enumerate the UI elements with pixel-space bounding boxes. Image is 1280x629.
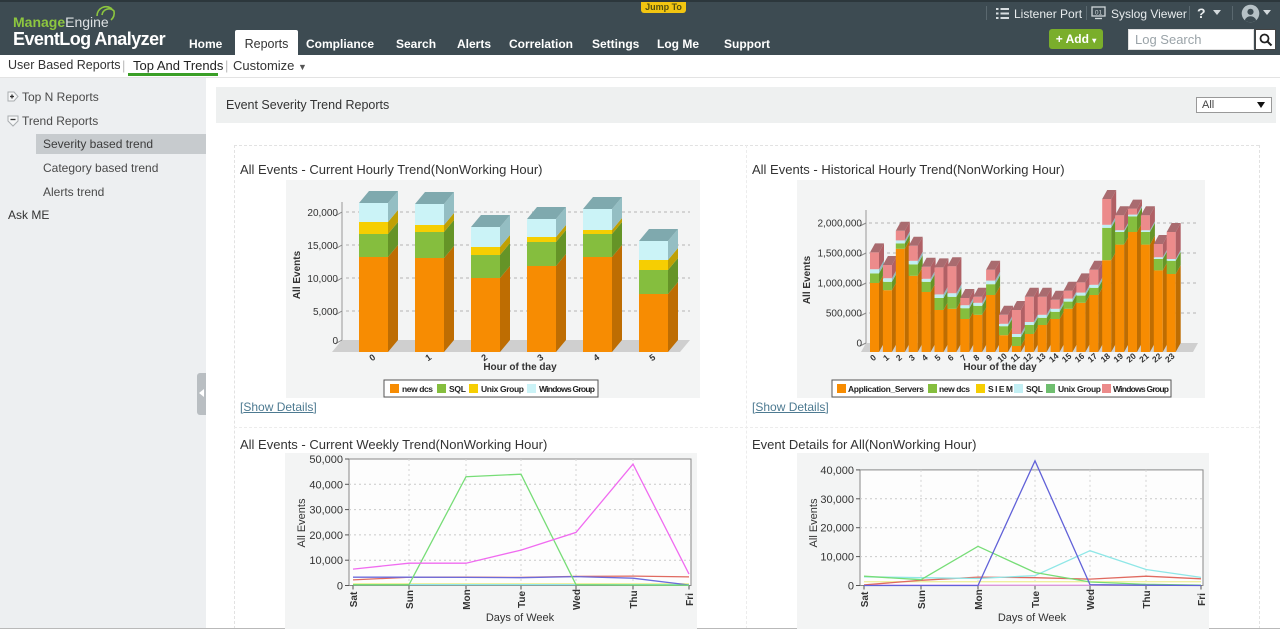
svg-text:Windows Group: Windows Group: [1113, 384, 1169, 394]
svg-text:Sat: Sat: [349, 591, 360, 607]
svg-text:20,000: 20,000: [820, 523, 854, 535]
svg-text:Thu: Thu: [629, 590, 640, 608]
svg-text:new dcs: new dcs: [402, 384, 433, 394]
svg-text:SQL: SQL: [449, 384, 466, 394]
svg-text:Tue: Tue: [517, 591, 528, 608]
svg-text:Hour of the day: Hour of the day: [483, 362, 557, 373]
svg-text:Hour of the day: Hour of the day: [963, 362, 1037, 373]
svg-text:Windows Group: Windows Group: [539, 384, 595, 394]
svg-text:Unix Group: Unix Group: [1058, 384, 1101, 394]
svg-text:All Events: All Events: [296, 498, 308, 547]
svg-text:Application_Servers: Application_Servers: [848, 384, 924, 394]
svg-text:All Events: All Events: [292, 250, 303, 299]
svg-text:1,000,000: 1,000,000: [818, 279, 863, 290]
svg-text:20,000: 20,000: [307, 208, 338, 219]
svg-text:Days of Week: Days of Week: [486, 612, 555, 624]
svg-text:10,000: 10,000: [820, 552, 854, 564]
svg-text:Sat: Sat: [860, 591, 871, 607]
svg-text:1,500,000: 1,500,000: [818, 249, 863, 260]
svg-text:0: 0: [856, 339, 862, 350]
svg-text:Tue: Tue: [1031, 591, 1042, 608]
svg-text:Days of Week: Days of Week: [998, 612, 1067, 624]
svg-text:new dcs: new dcs: [939, 384, 970, 394]
svg-text:10,000: 10,000: [309, 555, 343, 567]
svg-text:All Events: All Events: [802, 255, 813, 304]
svg-text:Fri: Fri: [685, 593, 696, 606]
svg-text:Sun: Sun: [917, 590, 928, 609]
svg-text:0: 0: [337, 581, 343, 593]
svg-text:Mon: Mon: [462, 589, 473, 610]
svg-text:2,000,000: 2,000,000: [818, 219, 863, 230]
svg-text:Wed: Wed: [1086, 589, 1097, 610]
svg-text:5,000: 5,000: [313, 307, 338, 318]
svg-text:40,000: 40,000: [309, 479, 343, 491]
svg-text:15,000: 15,000: [307, 241, 338, 252]
svg-text:Fri: Fri: [1197, 593, 1208, 606]
svg-text:0: 0: [332, 336, 338, 347]
svg-text:50,000: 50,000: [309, 454, 343, 466]
svg-text:30,000: 30,000: [820, 494, 854, 506]
svg-text:Unix Group: Unix Group: [481, 384, 524, 394]
svg-text:20,000: 20,000: [309, 530, 343, 542]
svg-text:Thu: Thu: [1142, 590, 1153, 608]
svg-text:10,000: 10,000: [307, 274, 338, 285]
svg-text:30,000: 30,000: [309, 505, 343, 517]
svg-text:Sun: Sun: [405, 590, 416, 609]
svg-text:SQL: SQL: [1026, 384, 1043, 394]
svg-text:Wed: Wed: [572, 589, 583, 610]
svg-text:01: 01: [1095, 10, 1103, 17]
svg-text:40,000: 40,000: [820, 465, 854, 477]
svg-text:Mon: Mon: [974, 589, 985, 610]
svg-text:0: 0: [848, 581, 854, 593]
svg-text:SIEM: SIEM: [988, 384, 1013, 394]
svg-text:All Events: All Events: [808, 498, 820, 547]
svg-text:500,000: 500,000: [826, 309, 863, 320]
